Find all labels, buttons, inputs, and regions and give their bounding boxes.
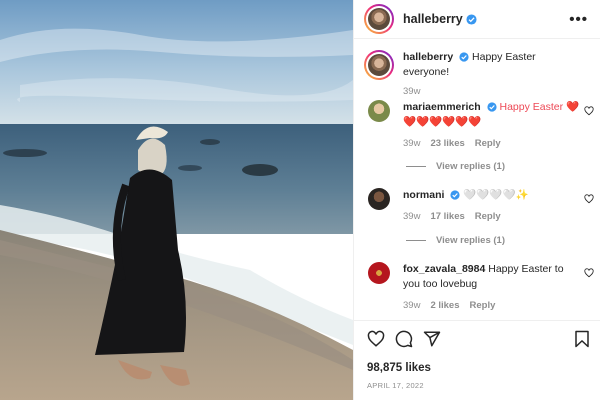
- share-icon: [423, 331, 441, 347]
- view-replies-label: View replies (1): [436, 235, 505, 246]
- reply-button[interactable]: Reply: [475, 136, 501, 151]
- reply-button[interactable]: Reply: [470, 298, 496, 313]
- author-username[interactable]: halleberry: [403, 12, 463, 26]
- author-avatar-ring[interactable]: [364, 4, 394, 34]
- comments-list: halleberry Happy Easter everyone! 39w ma…: [354, 40, 600, 319]
- replies-divider: [406, 240, 426, 241]
- beach-photo: [0, 0, 353, 400]
- more-options-icon[interactable]: •••: [569, 12, 588, 27]
- verified-badge-icon: [459, 52, 469, 62]
- post-sidebar: halleberry ••• halleberry Happy Easter e…: [353, 0, 600, 400]
- comment-username[interactable]: normani: [403, 189, 444, 201]
- comment-time: 39w: [403, 211, 421, 222]
- bookmark-icon: [575, 330, 589, 348]
- comment-username[interactable]: mariaemmerich: [403, 101, 481, 113]
- comment-time: 39w: [403, 300, 421, 311]
- comment-likes[interactable]: 23 likes: [430, 136, 464, 151]
- author-avatar[interactable]: [368, 8, 390, 30]
- comment-button[interactable]: [395, 330, 413, 353]
- comment-likes[interactable]: 17 likes: [430, 209, 464, 224]
- comment-text-line2: ❤️❤️❤️❤️❤️❤️: [403, 116, 482, 128]
- save-button[interactable]: [574, 330, 590, 353]
- post-photo[interactable]: [0, 0, 353, 400]
- view-replies-label: View replies (1): [436, 161, 505, 172]
- caption-username[interactable]: halleberry: [403, 51, 453, 63]
- heart-icon: [367, 330, 385, 347]
- heart-icon[interactable]: [584, 106, 594, 116]
- share-button[interactable]: [423, 330, 441, 353]
- comment-likes[interactable]: 2 likes: [430, 298, 459, 313]
- comment-username[interactable]: fox_zavala_8984: [403, 263, 485, 275]
- likes-count[interactable]: 98,875 likes: [367, 362, 431, 374]
- comment-icon: [395, 330, 413, 348]
- view-replies-button[interactable]: View replies (1): [406, 161, 505, 172]
- commenter-avatar[interactable]: [368, 262, 390, 284]
- verified-badge-icon: [466, 13, 477, 25]
- comment-text: 🤍🤍🤍🤍✨: [463, 189, 529, 201]
- replies-divider: [406, 166, 426, 167]
- heart-icon[interactable]: [584, 194, 594, 204]
- caption-avatar-ring[interactable]: [364, 50, 394, 80]
- commenter-avatar[interactable]: [368, 100, 390, 122]
- commenter-avatar[interactable]: [368, 188, 390, 210]
- comment-item: mariaemmerich Happy Easter ❤️ ❤️❤️❤️❤️❤️…: [364, 100, 594, 151]
- caption-time: 39w: [403, 86, 421, 97]
- post-date: APRIL 17, 2022: [367, 381, 424, 390]
- verified-badge-icon: [486, 102, 497, 112]
- comment-time: 39w: [403, 138, 421, 149]
- heart-icon[interactable]: [584, 268, 594, 278]
- post-actions: 98,875 likes APRIL 17, 2022: [354, 320, 600, 400]
- caption-avatar[interactable]: [368, 54, 390, 76]
- comment-item: fox_zavala_8984 Happy Easter to you too …: [364, 262, 594, 313]
- view-replies-button[interactable]: View replies (1): [406, 235, 505, 246]
- caption: halleberry Happy Easter everyone! 39w: [364, 50, 594, 99]
- comment-item: normani 🤍🤍🤍🤍✨ 39w 17 likes Reply: [364, 188, 594, 224]
- post-header: halleberry •••: [354, 0, 600, 39]
- verified-badge-icon: [450, 190, 460, 200]
- comment-text: Happy Easter ❤️: [499, 101, 580, 113]
- reply-button[interactable]: Reply: [475, 209, 501, 224]
- like-button[interactable]: [367, 330, 385, 353]
